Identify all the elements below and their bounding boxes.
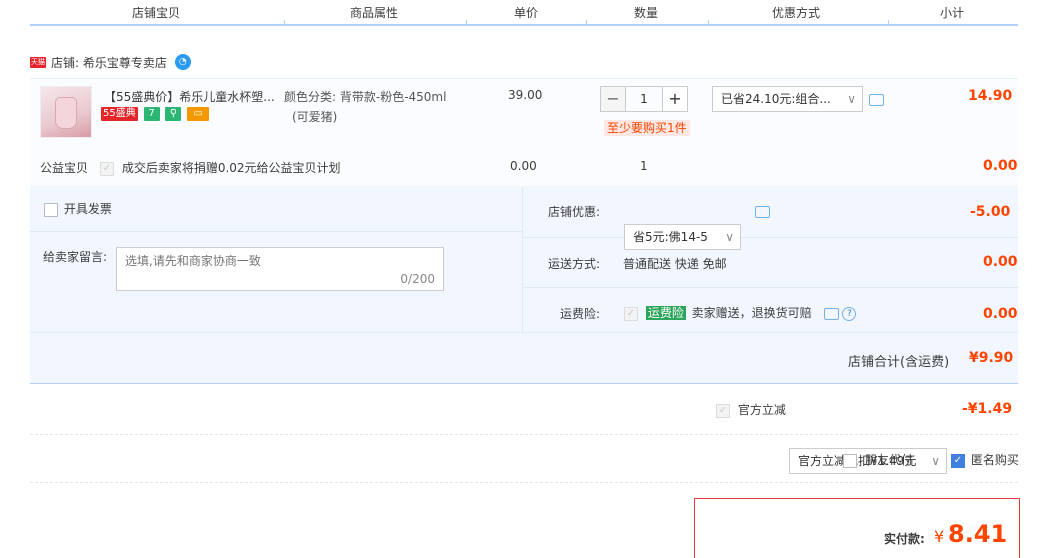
item-attr: 颜色分类: 背带款-粉色-450ml [284,90,447,104]
seller-message-field[interactable]: 0/200 [116,247,444,291]
message-label: 给卖家留言: [43,250,108,264]
official-discount-label: 官方立减 [737,403,786,417]
shop-total-amount: ¥9.90 [969,350,1014,366]
shop-discount-amount: -5.00 [970,204,1011,220]
header-divider [708,20,709,24]
quantity-input[interactable]: 1 [626,86,662,112]
item-discount-select[interactable]: 已省24.10元:组合... ∨ [712,86,863,112]
charity-subtotal: 0.00 [983,158,1018,174]
quantity-stepper: − 1 + [600,86,688,112]
final-amount: 8.41 [948,520,1008,548]
section-divider [30,482,1018,484]
charity-checkbox: ✓ [100,161,114,176]
friend-pay-option[interactable]: 朋友代付 [843,451,913,468]
col-discount-header: 优惠方式 [772,6,821,20]
shop-discount-label: 店铺优惠: [548,205,601,219]
shop-total-label: 店铺合计(含运费) [848,355,950,370]
discount-info-icon[interactable] [869,94,884,106]
insurance-chat-icon[interactable] [823,307,839,320]
help-icon[interactable]: ? [842,306,857,321]
shipping-amount: 0.00 [983,254,1018,270]
section-divider [30,434,1018,436]
quantity-minus-button[interactable]: − [600,86,626,112]
panel-divider [523,237,1018,238]
friend-pay-label: 朋友代付 [864,453,913,467]
insurance-amount: 0.00 [983,306,1018,322]
min-purchase-notice: 至少要购买1件 [604,120,690,136]
chevron-down-icon: ∨ [725,230,734,244]
header-divider [466,20,467,24]
official-discount-amount: -¥1.49 [962,401,1013,417]
shop-name[interactable]: 店铺: 希乐宝尊专卖店 [51,54,167,71]
shop-line: 天猫 店铺: 希乐宝尊专卖店 ◔ [30,52,191,72]
invoice-checkbox[interactable] [44,202,58,217]
wangwang-icon[interactable]: ◔ [174,54,191,70]
col-subtotal-header: 小计 [940,6,965,20]
final-total-label: 实付款: [884,532,925,546]
col-attr-header: 商品属性 [350,6,399,20]
col-price-header: 单价 [514,6,539,20]
header-divider [888,20,889,24]
charity-price: 0.00 [510,159,537,173]
col-item-header: 店铺宝贝 [132,6,181,20]
seller-message-input[interactable] [125,252,395,288]
item-badges: 55盛典 7 ⚲ ▭ [101,106,211,122]
final-total-value: ¥ 8.41 [934,520,1007,548]
chevron-down-icon: ∨ [847,92,856,106]
cup-icon [55,97,77,129]
badge-guarantee-icon: ⚲ [165,106,182,121]
item-title[interactable]: 【55盛典价】希乐儿童水杯塑... [104,88,274,105]
badge-7day-icon: 7 [143,106,160,121]
charity-text: 成交后卖家将捐赠0.02元给公益宝贝计划 [121,161,341,175]
friend-pay-checkbox[interactable] [843,453,857,468]
shop-discount-info-icon[interactable] [755,206,770,218]
chevron-down-icon: ∨ [931,454,940,468]
quantity-plus-button[interactable]: + [662,86,688,112]
panel-divider [523,287,1018,288]
official-discount-checkbox: ✓ [716,403,730,418]
insurance-badge: 运费险 [645,306,686,320]
header-divider [284,20,285,24]
invoice-option[interactable]: 开具发票 [44,200,112,217]
unit-price: 39.00 [508,88,543,102]
item-attr-note: (可爱猪) [292,110,338,124]
insurance-label: 运费险: [560,307,601,321]
panel-divider [30,332,1018,333]
tmall-badge-icon: 天猫 [30,56,46,68]
charity-qty: 1 [640,159,648,173]
product-thumbnail[interactable] [40,86,92,138]
panel-divider [30,231,522,232]
panel-divider [522,186,523,332]
official-discount-option: ✓ 官方立减 [716,401,786,418]
anonymous-checkbox[interactable]: ✓ [951,453,965,468]
badge-55: 55盛典 [101,106,138,121]
shop-discount-value: 省5元:佛14-5 [633,230,708,244]
charity-row: ✓ 成交后卖家将捐赠0.02元给公益宝贝计划 [100,159,341,176]
shipping-label: 运送方式: [548,257,601,271]
col-qty-header: 数量 [634,6,659,20]
charity-label: 公益宝贝 [40,161,89,175]
invoice-label: 开具发票 [63,202,112,216]
item-discount-value: 已省24.10元:组合... [721,92,831,106]
insurance-checkbox: ✓ [624,306,638,321]
badge-card-icon: ▭ [187,106,210,121]
shop-discount-select[interactable]: 省5元:佛14-5 ∨ [624,224,741,250]
item-subtotal: 14.90 [968,88,1013,104]
message-counter: 0/200 [400,272,435,286]
anonymous-option[interactable]: ✓ 匿名购买 [951,451,1019,468]
final-currency: ¥ [934,527,945,546]
table-header: 店铺宝贝 商品属性 单价 数量 优惠方式 小计 [30,0,1018,26]
shipping-text: 普通配送 快递 免邮 [623,257,727,271]
header-divider [586,20,587,24]
insurance-row: ✓ 运费险 卖家赠送，退换货可赔 ? [624,304,857,321]
insurance-text: 卖家赠送，退换货可赔 [691,306,812,320]
panel-bottom-border [30,383,1018,384]
anonymous-label: 匿名购买 [970,453,1019,467]
